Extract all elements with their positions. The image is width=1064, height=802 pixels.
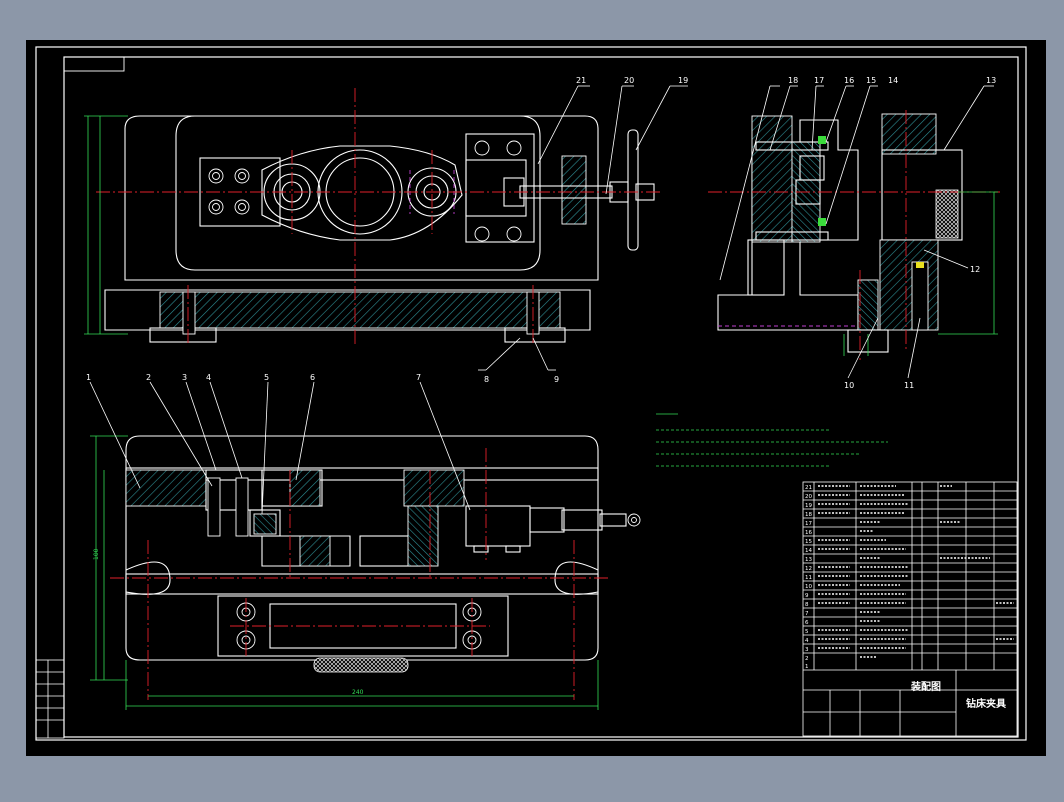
- balloon-7: 7: [416, 373, 421, 382]
- bom-row-5: 5: [805, 629, 809, 635]
- bom-row-1: 1: [805, 664, 809, 670]
- part-name: 钻床夹具: [966, 697, 1006, 710]
- balloon-16: 16: [844, 76, 854, 85]
- bom-row-6: 6: [805, 620, 809, 626]
- balloon-17: 17: [814, 76, 824, 85]
- balloon-12: 12: [970, 265, 980, 274]
- balloon-8: 8: [484, 375, 489, 384]
- bom-row-9: 9: [805, 593, 809, 599]
- balloon-20: 20: [624, 76, 634, 85]
- bom-row-4: 4: [805, 638, 809, 644]
- bom-row-13: 13: [805, 557, 812, 563]
- balloon-9: 9: [554, 375, 559, 384]
- bom-row-20: 20: [805, 494, 812, 500]
- balloon-3: 3: [182, 373, 187, 382]
- bom-row-11: 11: [805, 575, 812, 581]
- bom-row-2: 2: [805, 656, 809, 662]
- balloon-14: 14: [888, 76, 898, 85]
- drawing-title: 装配图: [910, 680, 941, 693]
- balloon-6: 6: [310, 373, 315, 382]
- bom-row-7: 7: [805, 611, 809, 617]
- balloon-15: 15: [866, 76, 876, 85]
- balloon-1: 1: [86, 373, 91, 382]
- bom-row-17: 17: [805, 521, 812, 527]
- bom-row-18: 18: [805, 512, 812, 518]
- bom-row-12: 12: [805, 566, 812, 572]
- bom-row-16: 16: [805, 530, 812, 536]
- balloon-5: 5: [264, 373, 269, 382]
- drawing-svg[interactable]: 21 20 19 8 9 18 17 16 15 14 13 12 11 10 …: [0, 0, 1064, 798]
- balloon-10: 10: [844, 381, 854, 390]
- balloon-11: 11: [904, 381, 914, 390]
- bom-row-21: 21: [805, 485, 812, 491]
- balloon-18: 18: [788, 76, 798, 85]
- cad-viewport[interactable]: 21 20 19 8 9 18 17 16 15 14 13 12 11 10 …: [0, 0, 1064, 798]
- bom-row-8: 8: [805, 602, 809, 608]
- balloon-21: 21: [576, 76, 586, 85]
- bom-row-15: 15: [805, 539, 812, 545]
- dimension-base-width: 240: [352, 689, 364, 696]
- balloon-19: 19: [678, 76, 688, 85]
- bom-row-3: 3: [805, 647, 809, 653]
- balloon-13: 13: [986, 76, 996, 85]
- bom-row-10: 10: [805, 584, 812, 590]
- bom-row-14: 14: [805, 548, 812, 554]
- balloon-4: 4: [206, 373, 211, 382]
- dimension-front-height: 100: [93, 548, 100, 560]
- balloon-2: 2: [146, 373, 151, 382]
- bom-row-19: 19: [805, 503, 812, 509]
